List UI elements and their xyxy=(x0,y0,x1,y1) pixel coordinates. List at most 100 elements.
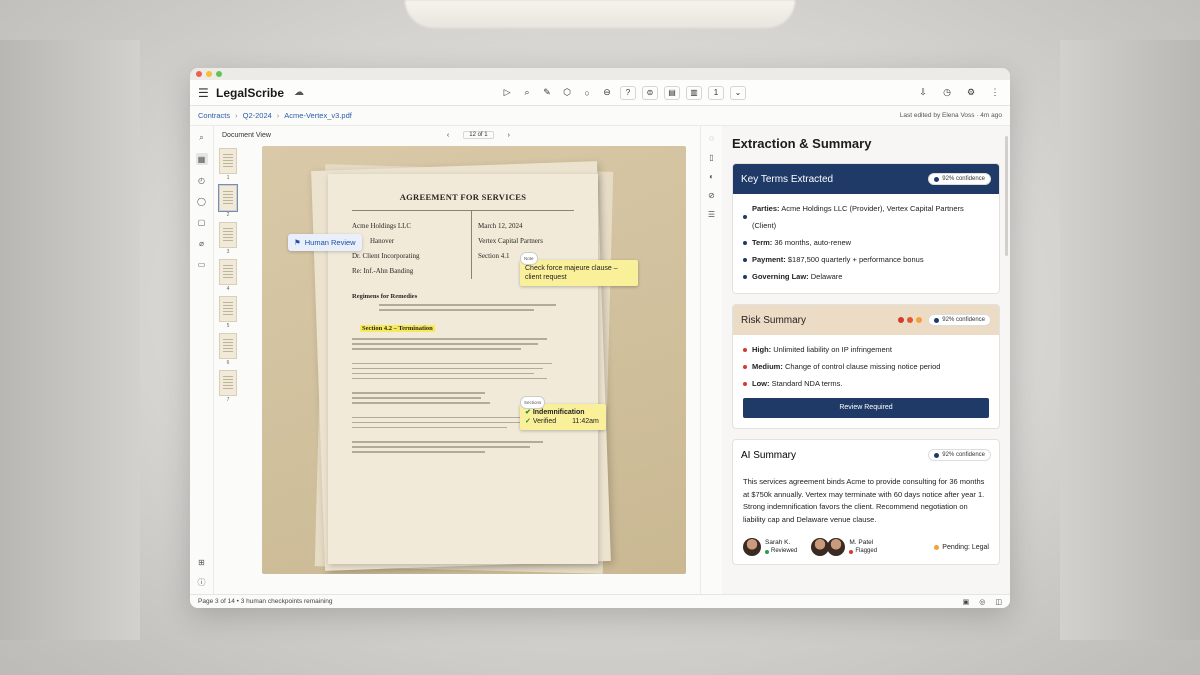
stamp-tool-icon[interactable]: ⬡ xyxy=(560,86,574,100)
review-required-button[interactable]: Review Required xyxy=(743,398,989,418)
text-line xyxy=(352,451,486,453)
comment-tool-icon[interactable]: ✎ xyxy=(540,86,554,100)
image-icon[interactable]: ▣ xyxy=(963,598,970,606)
party-left-line: Hanover xyxy=(370,237,395,245)
menu-icon[interactable]: ☰ xyxy=(198,86,212,100)
check-circle-icon: ✔ xyxy=(525,409,531,416)
prev-page-icon[interactable]: ‹ xyxy=(447,132,449,139)
avatar[interactable] xyxy=(743,538,761,556)
page-thumbnail[interactable] xyxy=(219,333,237,359)
term-value: 36 months, auto-renew xyxy=(774,238,852,247)
page-thumbnail[interactable] xyxy=(219,370,237,396)
breadcrumb-separator: › xyxy=(276,111,280,120)
page-thumbnail[interactable] xyxy=(219,148,237,174)
main-toolbar: ☰ LegalScribe ☁ ▷ ⌕ ✎ ⬡ ○ ⊖ ? ⊜ ▤ ▥ 1 ⌄ … xyxy=(190,80,1010,106)
document-icon[interactable]: ▦ xyxy=(195,153,208,165)
annotation-rail: ◌ ▯ ◐ ⊘ ☰ xyxy=(700,126,722,594)
text-line xyxy=(352,343,539,345)
breadcrumb-q2-2024[interactable]: Q2-2024 xyxy=(243,111,272,120)
page-indicator[interactable]: 12 of 1 xyxy=(463,131,494,139)
termination-highlight[interactable]: Section 4.2 – Termination xyxy=(360,324,435,332)
document-canvas: AGREEMENT FOR SERVICES Acme Holdings LLC… xyxy=(262,146,686,574)
risk-dot-medium xyxy=(907,317,914,323)
info-icon[interactable]: ⓘ xyxy=(196,576,208,588)
risk-item: Low: Standard NDA terms. xyxy=(743,375,989,392)
risk-bullet xyxy=(743,347,747,352)
page-number-field[interactable]: 1 xyxy=(708,85,725,100)
settings-icon[interactable]: ◎ xyxy=(979,598,985,606)
comment-icon[interactable]: ◌ xyxy=(709,134,714,143)
risk-summary-header: Risk Summary 92% confidence xyxy=(733,305,999,335)
more-vertical-icon[interactable]: ⋮ xyxy=(988,86,1002,100)
link-icon[interactable]: ⊘ xyxy=(708,191,715,200)
human-review-label: Human Review xyxy=(304,238,356,247)
history-icon[interactable]: ◷ xyxy=(940,86,954,100)
ai-summary-text: This services agreement binds Acme to pr… xyxy=(743,477,985,524)
text-line xyxy=(352,402,490,404)
bookmark-icon[interactable]: ▢ xyxy=(196,216,208,228)
maximize-window-button[interactable] xyxy=(216,71,222,77)
export-icon[interactable]: ⇩ xyxy=(916,86,930,100)
list-icon[interactable]: ☰ xyxy=(708,210,715,219)
pointer-tool-icon[interactable]: ▷ xyxy=(500,86,514,100)
breadcrumb-contracts[interactable]: Contracts xyxy=(198,111,230,120)
contract-page: AGREEMENT FOR SERVICES Acme Holdings LLC… xyxy=(328,174,598,564)
rail-bottom-group: ⊞ ⓘ xyxy=(196,556,208,588)
confidence-badge: 92% confidence xyxy=(928,314,991,326)
page-thumbnail[interactable] xyxy=(219,222,237,248)
pages-tool-icon[interactable]: ▥ xyxy=(686,85,703,100)
key-term-item: Governing Law: Delaware xyxy=(743,268,989,285)
add-icon[interactable]: ⊞ xyxy=(196,556,208,568)
reviewer-name: M. Patel xyxy=(849,539,874,546)
sidebar-toggle-icon[interactable]: ◫ xyxy=(995,598,1002,606)
reviewer-status: Flagged xyxy=(849,547,877,556)
text-line xyxy=(352,392,486,394)
archive-icon[interactable]: ▭ xyxy=(196,258,208,270)
chat-icon[interactable]: ◯ xyxy=(196,195,208,207)
clock-icon[interactable]: ◴ xyxy=(196,174,208,186)
search-icon[interactable]: ⌕ xyxy=(196,132,208,144)
avatar[interactable] xyxy=(827,538,846,556)
section-heading: Regimens for Remedies xyxy=(352,293,418,300)
layers-tool-icon[interactable]: ⊜ xyxy=(642,85,659,100)
confidence-text: 92% confidence xyxy=(942,176,985,182)
human-review-badge[interactable]: ⚑ Human Review xyxy=(288,234,362,251)
close-window-button[interactable] xyxy=(196,71,202,77)
circle-tool-icon[interactable]: ○ xyxy=(580,86,594,100)
next-page-icon[interactable]: › xyxy=(508,132,510,139)
text-line xyxy=(352,372,535,374)
text-line xyxy=(378,304,557,306)
help-tool-icon[interactable]: ? xyxy=(620,85,637,100)
key-terms-card: Key Terms Extracted 92% confidence Parti… xyxy=(732,163,1000,294)
shape-tool-icon[interactable]: ⊖ xyxy=(600,86,614,100)
thumbnail-number: 1 xyxy=(226,175,230,181)
risk-label: Low: xyxy=(752,379,770,388)
minimize-window-button[interactable] xyxy=(206,71,212,77)
page-thumbnail[interactable] xyxy=(219,296,237,322)
page-thumbnail[interactable] xyxy=(219,259,237,285)
reviewer-status: Reviewed xyxy=(765,547,797,556)
sticky-note-indemnification[interactable]: Sections ✔ Indemnification ✓ Verified 11… xyxy=(520,396,606,430)
risk-text: Change of control clause missing notice … xyxy=(784,362,941,371)
cloud-sync-icon[interactable]: ☁ xyxy=(294,87,304,98)
term-label: Governing Law: xyxy=(752,272,809,281)
risk-level-dots xyxy=(898,317,923,323)
highlight-icon[interactable]: ◐ xyxy=(709,172,714,181)
settings-gear-icon[interactable]: ⚙ xyxy=(964,86,978,100)
party-right-line: March 12, 2024 xyxy=(478,222,523,230)
sticky-note-force-majeure[interactable]: Note Check force majeure clause – client… xyxy=(520,252,638,286)
note-text: Check force majeure clause – client requ… xyxy=(525,265,618,281)
breadcrumb-file[interactable]: Acme-Vertex_v3.pdf xyxy=(284,111,352,120)
confidence-badge: 92% confidence xyxy=(928,449,991,461)
risk-bullet xyxy=(743,381,747,386)
tag-icon[interactable]: ⌀ xyxy=(196,237,208,249)
chevron-down-icon[interactable]: ⌄ xyxy=(730,85,747,100)
page-thumbnail[interactable] xyxy=(218,184,238,212)
ceiling-light xyxy=(405,0,795,28)
search-tool-icon[interactable]: ⌕ xyxy=(520,86,534,100)
document-view-label: Document View xyxy=(222,131,271,139)
grid-tool-icon[interactable]: ▤ xyxy=(664,85,681,100)
bookmark-icon[interactable]: ▯ xyxy=(709,153,713,162)
panel-scrollbar[interactable] xyxy=(1005,136,1008,256)
text-line xyxy=(378,309,535,311)
